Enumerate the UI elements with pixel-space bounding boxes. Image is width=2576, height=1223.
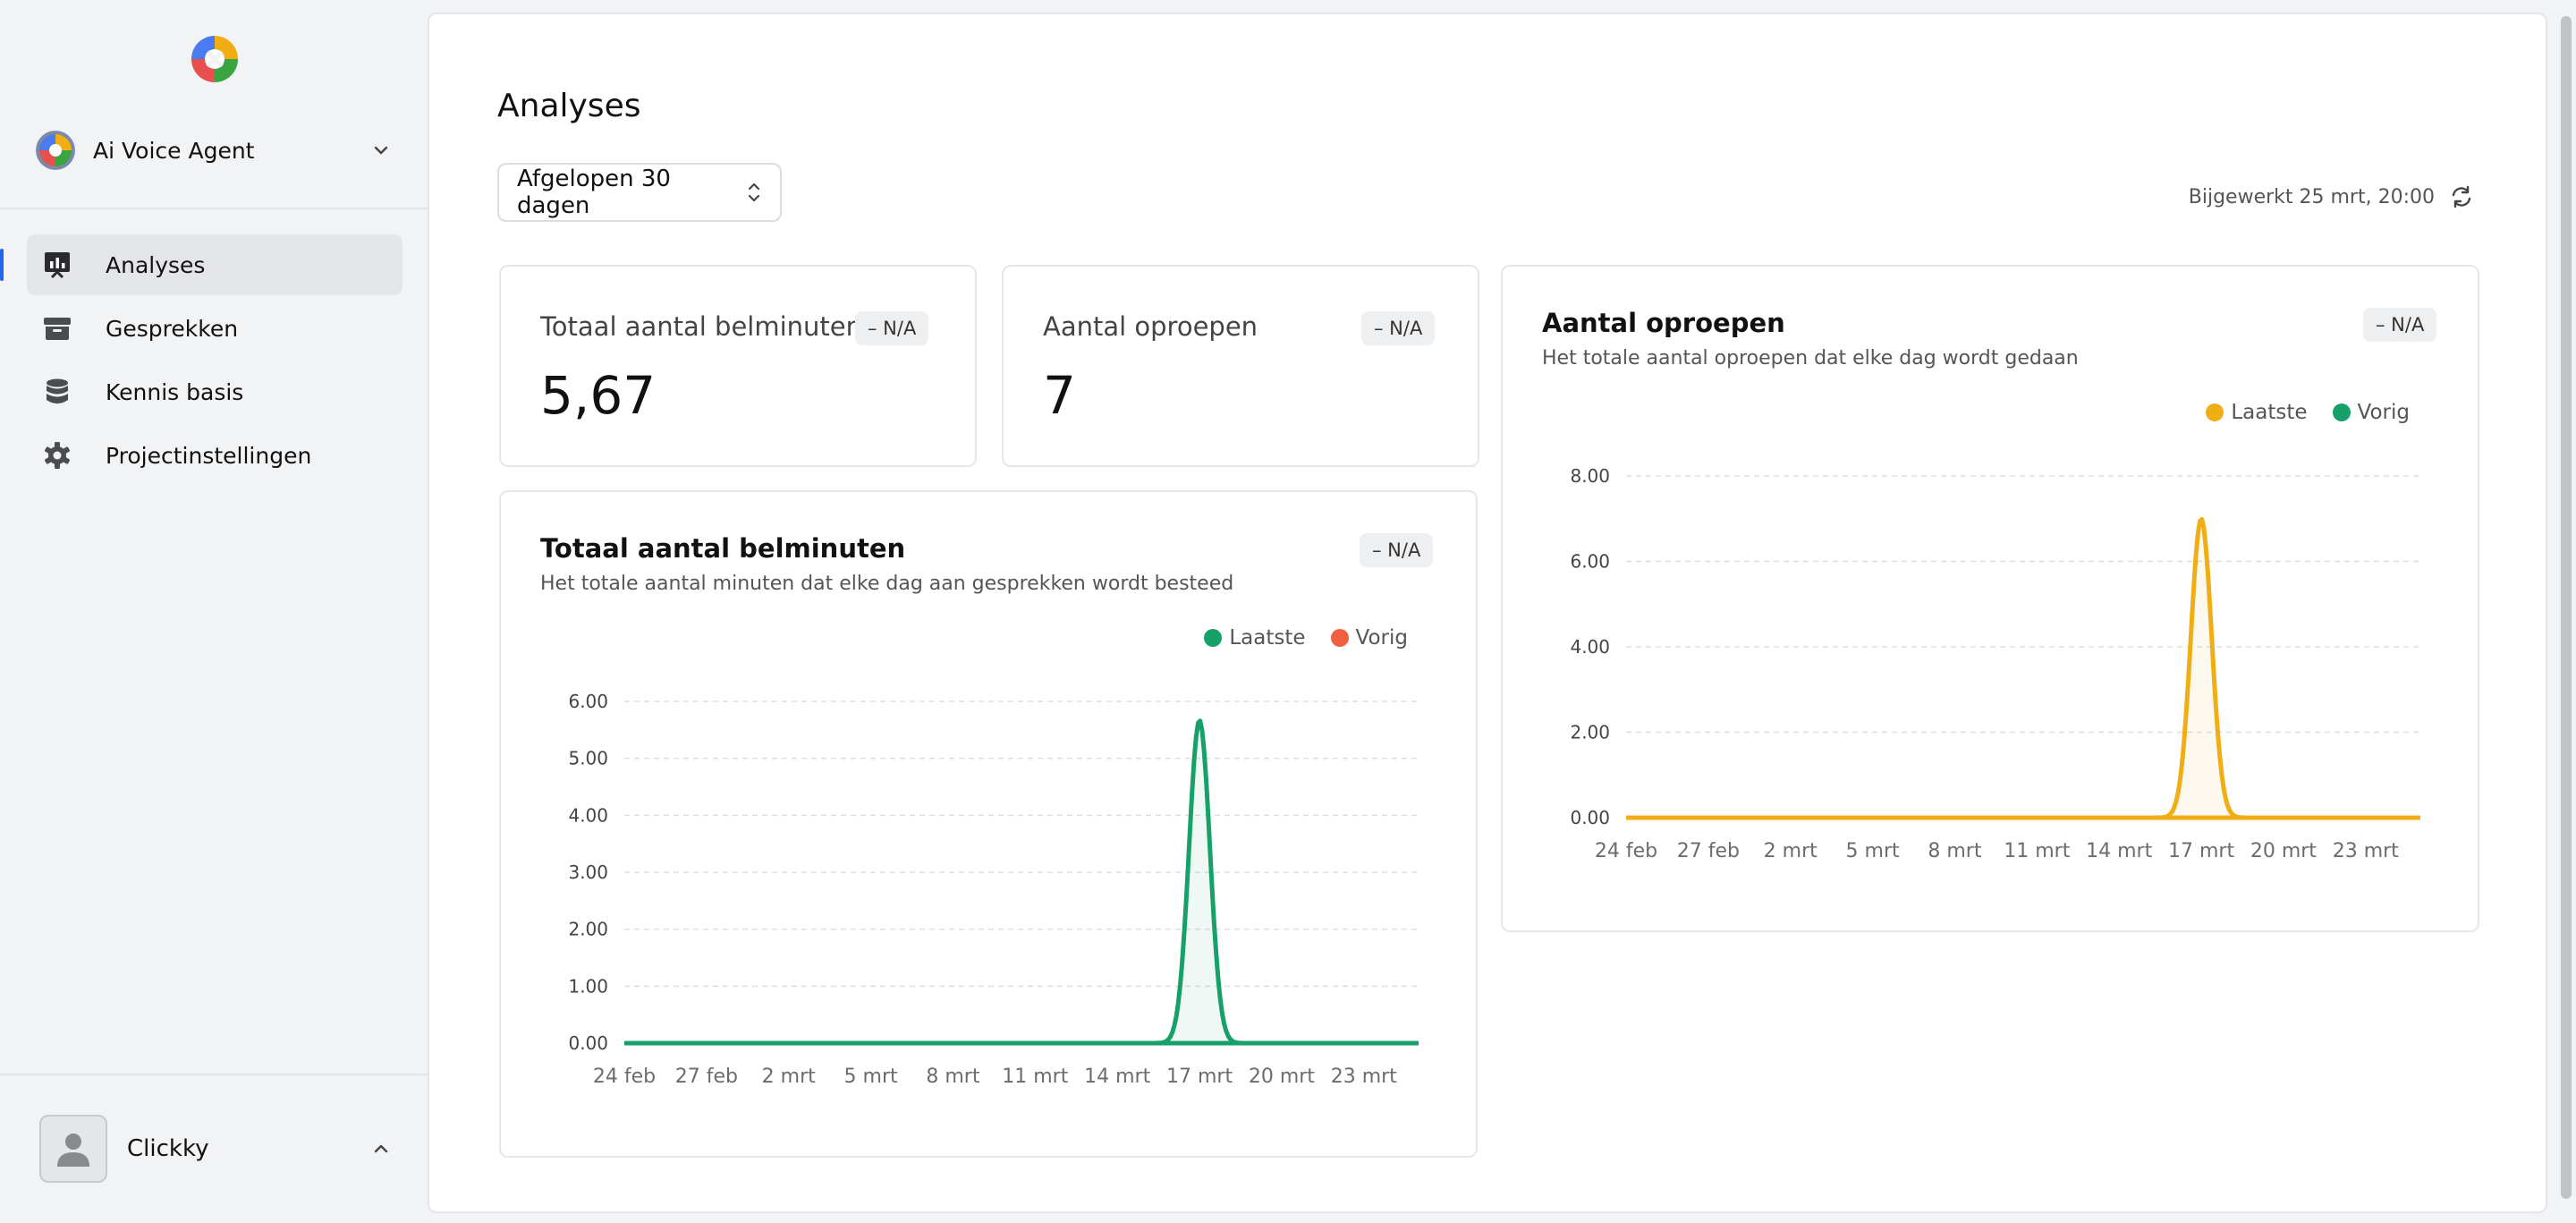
x-tick-label: 14 mrt (1084, 1066, 1150, 1088)
sidebar-item-label: Analyses (106, 251, 206, 278)
y-tick-label: 6.00 (568, 691, 608, 712)
x-tick-label: 27 feb (675, 1066, 738, 1088)
sidebar-item-label: Projectinstellingen (106, 442, 312, 469)
x-tick-label: 8 mrt (926, 1066, 979, 1088)
sidebar: Ai Voice Agent Analyses Gesprekken Kenni… (0, 0, 428, 1223)
gear-icon (41, 439, 73, 471)
chevron-down-icon[interactable] (369, 138, 394, 163)
date-range-select[interactable]: Afgelopen 30 dagen (497, 163, 782, 222)
x-tick-label: 20 mrt (1249, 1066, 1315, 1088)
workspace-name: Ai Voice Agent (93, 137, 255, 164)
date-range-value: Afgelopen 30 dagen (517, 166, 671, 219)
last-updated-text: Bijgewerkt 25 mrt, 20:00 (2188, 185, 2435, 208)
x-tick-label: 24 feb (1595, 840, 1657, 862)
calls-chart: 0.00 2.00 4.00 6.00 8.00 24 feb 27 feb 2 mrt 5 m… (1570, 465, 2421, 862)
sidebar-divider (0, 1074, 428, 1075)
scrollbar-thumb[interactable] (2561, 16, 2572, 1199)
y-tick-label: 5.00 (568, 748, 608, 769)
workspace-switcher[interactable]: Ai Voice Agent (36, 127, 394, 174)
x-tick-label: 17 mrt (1166, 1066, 1233, 1088)
y-tick-label: 3.00 (568, 862, 608, 883)
sidebar-item-label: Kennis basis (106, 378, 244, 405)
last-updated: Bijgewerkt 25 mrt, 20:00 (2189, 179, 2474, 215)
y-tick-label: 8.00 (1570, 465, 1610, 487)
y-tick-label: 0.00 (1570, 807, 1610, 828)
status-badge: – N/A (855, 311, 929, 345)
chevron-up-icon[interactable] (369, 1136, 394, 1161)
x-tick-label: 11 mrt (2004, 840, 2070, 862)
y-tick-label: 0.00 (568, 1032, 608, 1054)
x-tick-label: 2 mrt (762, 1066, 816, 1088)
calls-stat-card: Aantal oproepen – N/A 7 (1002, 265, 1479, 467)
avatar (39, 1115, 107, 1183)
stat-label: Totaal aantal belminuten (540, 311, 863, 342)
user-menu[interactable]: Clickky (39, 1115, 394, 1183)
y-tick-label: 2.00 (1570, 722, 1610, 743)
sidebar-item-kennis-basis[interactable]: Kennis basis (27, 361, 402, 422)
x-tick-label: 14 mrt (2086, 840, 2152, 862)
main-content: Analyses Afgelopen 30 dagen Bijgewerkt 2… (428, 13, 2547, 1213)
stat-value: 7 (1043, 365, 1076, 426)
sidebar-item-gesprekken[interactable]: Gesprekken (27, 298, 402, 359)
x-tick-label: 24 feb (593, 1066, 656, 1088)
page-title: Analyses (497, 88, 641, 124)
workspace-avatar (36, 131, 75, 170)
stat-value: 5,67 (540, 365, 657, 426)
x-tick-label: 23 mrt (1331, 1066, 1397, 1088)
sidebar-nav: Analyses Gesprekken Kennis basis Project… (0, 234, 402, 488)
y-tick-label: 1.00 (568, 975, 608, 997)
user-icon (57, 1134, 89, 1167)
sidebar-divider (0, 208, 428, 209)
chevron-up-down-icon (748, 183, 760, 202)
status-badge: – N/A (1361, 311, 1436, 345)
analytics-icon (41, 249, 73, 281)
y-tick-label: 2.00 (568, 919, 608, 940)
user-name: Clickky (127, 1135, 209, 1162)
x-tick-label: 27 feb (1677, 840, 1740, 862)
y-tick-label: 6.00 (1570, 551, 1610, 573)
x-tick-label: 11 mrt (1002, 1066, 1068, 1088)
sidebar-item-label: Gesprekken (106, 315, 239, 342)
refresh-icon[interactable] (2449, 184, 2474, 209)
archive-icon (41, 312, 73, 344)
series-area (624, 720, 1419, 1043)
calls-chart-card: Aantal oproepen – N/A Het totale aantal … (1501, 265, 2479, 932)
sidebar-item-projectinstellingen[interactable]: Projectinstellingen (27, 425, 402, 486)
x-tick-label: 20 mrt (2250, 840, 2317, 862)
stat-label: Aantal oproepen (1043, 311, 1258, 342)
x-tick-label: 5 mrt (1846, 840, 1900, 862)
minutes-chart: 0.00 1.00 2.00 3.00 4.00 5.00 6.00 24 feb 27 feb… (568, 691, 1419, 1088)
y-tick-label: 4.00 (568, 804, 608, 826)
y-tick-label: 4.00 (1570, 636, 1610, 658)
x-tick-label: 8 mrt (1928, 840, 1981, 862)
series-line[interactable] (623, 718, 1419, 1046)
series-line[interactable] (1625, 517, 2421, 820)
minutes-chart-card: Totaal aantal belminuten – N/A Het total… (499, 490, 1478, 1158)
sidebar-item-analyses[interactable]: Analyses (0, 234, 402, 295)
series-area (1626, 519, 2420, 818)
minutes-stat-card: Totaal aantal belminuten – N/A 5,67 (499, 265, 977, 467)
database-icon (41, 376, 73, 408)
app-logo[interactable] (190, 34, 240, 84)
page-scrollbar[interactable] (2556, 0, 2576, 1223)
x-tick-label: 2 mrt (1764, 840, 1818, 862)
x-tick-label: 5 mrt (844, 1066, 898, 1088)
x-tick-label: 17 mrt (2168, 840, 2234, 862)
x-tick-label: 23 mrt (2333, 840, 2399, 862)
